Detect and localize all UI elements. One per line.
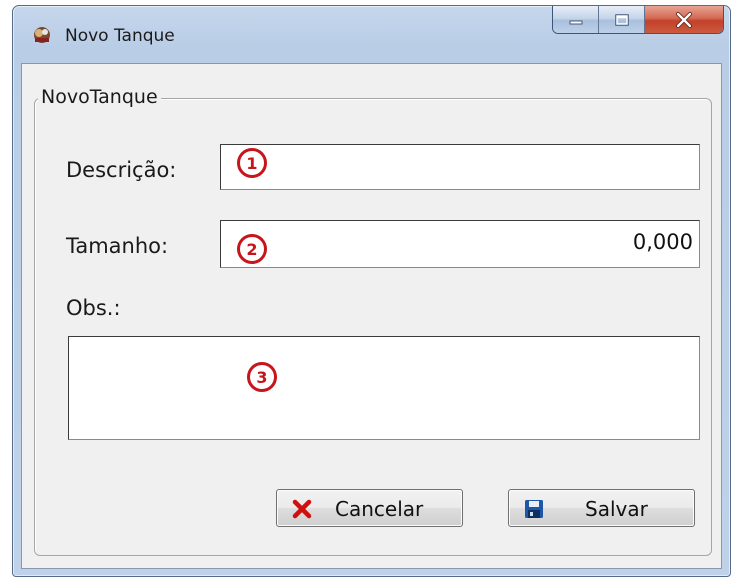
tamanho-value: 0,000: [632, 230, 693, 254]
maximize-button[interactable]: [599, 6, 645, 33]
tamanho-label: Tamanho:: [66, 234, 169, 258]
marker-3-number: 3: [256, 367, 268, 387]
tamanho-input[interactable]: 0,000: [220, 220, 700, 268]
floppy-disk-icon: [525, 500, 543, 518]
cancel-button[interactable]: Cancelar: [276, 489, 463, 527]
descricao-label: Descrição:: [66, 158, 177, 182]
window-title: Novo Tanque: [65, 26, 175, 46]
minimize-icon: [569, 20, 582, 24]
minimize-button[interactable]: [553, 6, 599, 33]
x-icon: [292, 499, 312, 519]
marker-1-number: 1: [246, 153, 258, 173]
marker-2-number: 2: [246, 239, 258, 259]
save-label: Salvar: [585, 497, 648, 521]
close-icon: [676, 11, 692, 28]
marker-2: 2: [237, 234, 267, 264]
maximize-icon: [614, 13, 629, 26]
caption-buttons: [552, 6, 724, 34]
obs-textarea[interactable]: [68, 336, 700, 440]
window: Novo Tanque NovoTanque Descrição: 1 Tama…: [12, 5, 731, 577]
descricao-input[interactable]: [220, 144, 700, 190]
marker-1: 1: [237, 148, 267, 178]
close-button[interactable]: [645, 6, 723, 33]
title-bar[interactable]: Novo Tanque: [13, 6, 730, 62]
app-icon: [34, 27, 50, 43]
marker-3: 3: [247, 362, 277, 392]
save-button[interactable]: Salvar: [508, 489, 695, 527]
cancel-label: Cancelar: [335, 497, 424, 521]
group-title: NovoTanque: [38, 86, 161, 108]
obs-label: Obs.:: [66, 296, 121, 320]
dialog-body: NovoTanque Descrição: 1 Tamanho: 0,000 2…: [21, 63, 722, 569]
